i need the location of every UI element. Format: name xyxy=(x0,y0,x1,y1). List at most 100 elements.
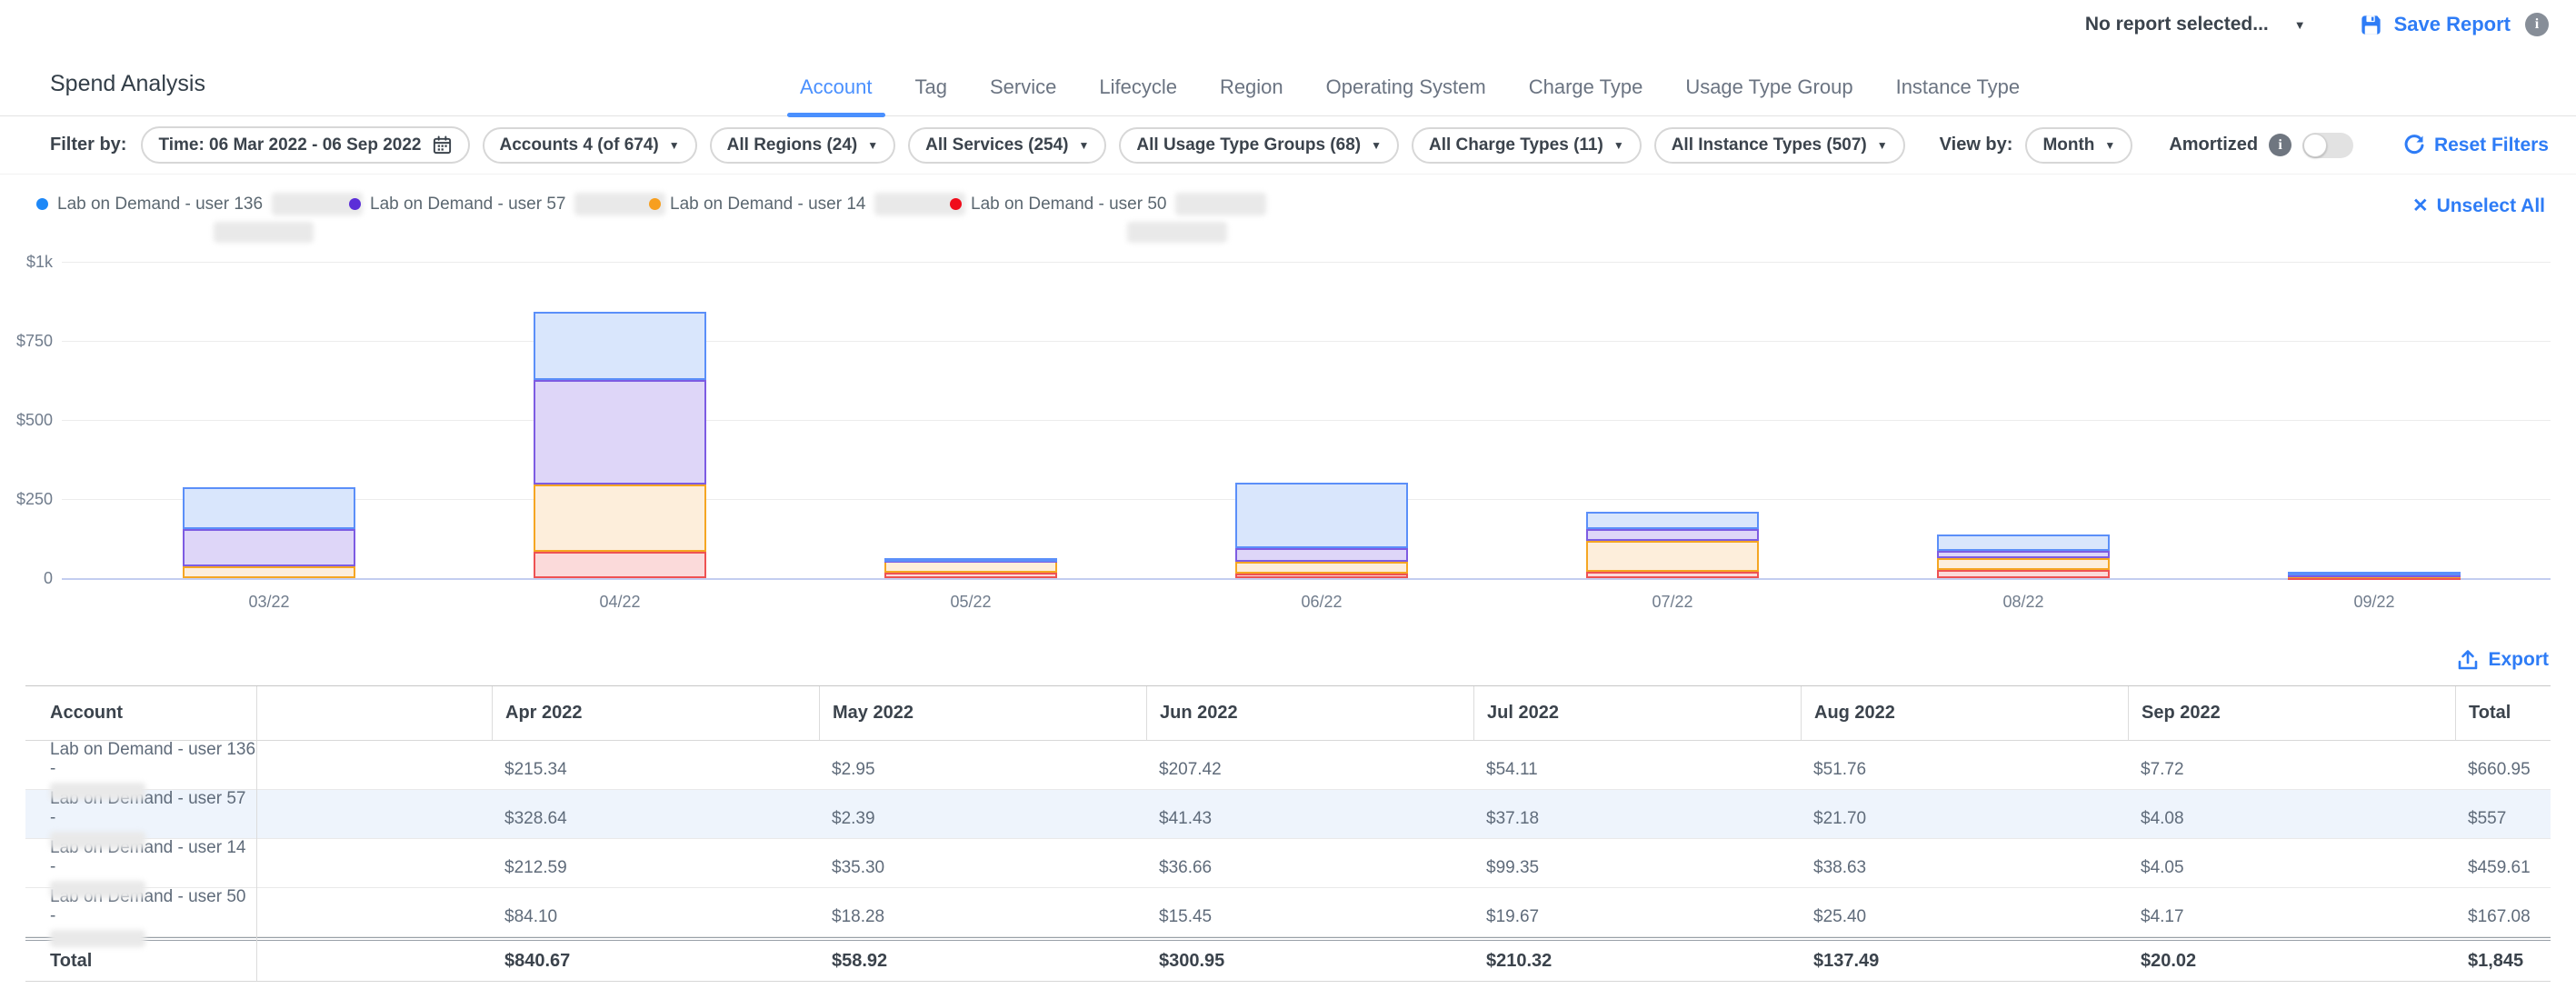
tab-instance-type[interactable]: Instance Type xyxy=(1896,75,2021,115)
amortized-info-icon[interactable]: i xyxy=(2269,134,2291,156)
reset-filters-button[interactable]: Reset Filters xyxy=(2403,135,2549,156)
spend-stacked-bar-chart: $1k$750$500$250003/2204/2205/2206/2207/2… xyxy=(0,249,2576,634)
filter-by-label: Filter by: xyxy=(50,135,126,155)
tab-tag[interactable]: Tag xyxy=(915,75,947,115)
value-cell: $18.28 xyxy=(819,888,1146,947)
bar-segment-lab-on-demand-user-14-04-22[interactable] xyxy=(534,485,706,552)
total-value-cell: $20.02 xyxy=(2128,941,2455,981)
bar-segment-lab-on-demand-user-14-08-22[interactable] xyxy=(1937,558,2110,570)
column-header-jul-2022: Jul 2022 xyxy=(1473,686,1801,740)
table-row: Lab on Demand - user 136 -$215.34$2.95$2… xyxy=(25,741,2551,790)
refresh-icon xyxy=(2403,135,2425,156)
column-spacer xyxy=(256,941,492,981)
toggle-knob xyxy=(2303,134,2327,157)
export-button[interactable]: Export xyxy=(2457,649,2549,671)
bar-segment-lab-on-demand-user-57-07-22[interactable] xyxy=(1586,529,1759,541)
bar-segment-lab-on-demand-user-14-06-22[interactable] xyxy=(1235,562,1408,574)
bar-segment-lab-on-demand-user-136-08-22[interactable] xyxy=(1937,534,2110,551)
tab-region[interactable]: Region xyxy=(1220,75,1283,115)
redacted-text xyxy=(1175,193,1266,215)
tab-bar: Account Tag Service Lifecycle Region Operatin… xyxy=(800,49,2020,115)
tab-operating-system[interactable]: Operating System xyxy=(1326,75,1486,115)
amortized-toggle[interactable] xyxy=(2302,133,2353,158)
tab-charge-type[interactable]: Charge Type xyxy=(1529,75,1643,115)
gridline xyxy=(62,341,2551,342)
bar-segment-lab-on-demand-user-50-05-22[interactable] xyxy=(884,573,1057,578)
legend-label: Lab on Demand - user 136 xyxy=(57,195,263,215)
chevron-down-icon: ▼ xyxy=(867,140,878,151)
bar-segment-lab-on-demand-user-50-08-22[interactable] xyxy=(1937,570,2110,578)
unselect-all-button[interactable]: ✕ Unselect All xyxy=(2412,195,2545,217)
filter-pill-label: Time: 06 Mar 2022 - 06 Sep 2022 xyxy=(158,135,421,155)
bar-segment-lab-on-demand-user-136-09-22[interactable] xyxy=(2288,572,2461,575)
save-report-button[interactable]: Save Report xyxy=(2359,13,2511,37)
legend-item-lab-on-demand-user-50[interactable]: Lab on Demand - user 50 xyxy=(950,193,1266,215)
column-header-total: Total xyxy=(2455,686,2551,740)
report-selector-dropdown[interactable]: No report selected... ▼ xyxy=(2085,14,2306,35)
bar-segment-lab-on-demand-user-50-07-22[interactable] xyxy=(1586,572,1759,578)
column-header-jun-2022: Jun 2022 xyxy=(1146,686,1473,740)
x-axis-tick: 06/22 xyxy=(1258,593,1385,612)
bar-segment-lab-on-demand-user-136-06-22[interactable] xyxy=(1235,483,1408,548)
legend-dot-icon xyxy=(649,198,661,210)
tab-usage-type-group[interactable]: Usage Type Group xyxy=(1685,75,1852,115)
gridline xyxy=(62,420,2551,421)
column-header-apr-2022: Apr 2022 xyxy=(492,686,819,740)
bar-segment-lab-on-demand-user-136-03-22[interactable] xyxy=(183,487,355,529)
table-row: Lab on Demand - user 14 -$212.59$35.30$3… xyxy=(25,839,2551,888)
chevron-down-icon: ▼ xyxy=(1877,140,1888,151)
y-axis-tick: $500 xyxy=(0,411,53,430)
page-title: Spend Analysis xyxy=(50,71,205,97)
filter-pill-accounts-4[interactable]: Accounts 4 (of 674)▼ xyxy=(483,127,697,164)
redacted-text xyxy=(50,832,145,849)
bar-segment-lab-on-demand-user-57-06-22[interactable] xyxy=(1235,548,1408,561)
bar-segment-lab-on-demand-user-57-08-22[interactable] xyxy=(1937,551,2110,558)
tab-lifecycle[interactable]: Lifecycle xyxy=(1099,75,1177,115)
chevron-down-icon: ▼ xyxy=(1079,140,1090,151)
filter-pill-all-usage-type-groups[interactable]: All Usage Type Groups (68)▼ xyxy=(1119,127,1399,164)
column-header-sep-2022: Sep 2022 xyxy=(2128,686,2455,740)
save-icon xyxy=(2359,13,2383,37)
chart-legend: ✕ Unselect All Lab on Demand - user 136 L… xyxy=(0,175,2576,249)
bar-segment-lab-on-demand-user-50-06-22[interactable] xyxy=(1235,574,1408,578)
redacted-text xyxy=(50,881,145,898)
bar-segment-lab-on-demand-user-136-07-22[interactable] xyxy=(1586,512,1759,529)
filter-pill-all-services[interactable]: All Services (254)▼ xyxy=(908,127,1106,164)
legend-dot-icon xyxy=(36,198,48,210)
bar-segment-lab-on-demand-user-14-03-22[interactable] xyxy=(183,566,355,578)
x-axis-tick: 04/22 xyxy=(556,593,684,612)
filter-pills: Time: 06 Mar 2022 - 06 Sep 2022 Accounts … xyxy=(141,126,1904,164)
total-value-cell: $840.67 xyxy=(492,941,819,981)
bar-segment-lab-on-demand-user-57-03-22[interactable] xyxy=(183,529,355,566)
filter-pill-label: All Instance Types (507) xyxy=(1672,135,1867,155)
bar-segment-lab-on-demand-user-50-04-22[interactable] xyxy=(534,552,706,578)
bar-segment-lab-on-demand-user-136-04-22[interactable] xyxy=(534,312,706,380)
legend-item-lab-on-demand-user-14[interactable]: Lab on Demand - user 14 xyxy=(649,193,965,215)
bar-segment-lab-on-demand-user-57-04-22[interactable] xyxy=(534,380,706,484)
legend-dot-icon xyxy=(349,198,361,210)
view-by-dropdown[interactable]: Month ▼ xyxy=(2025,127,2132,164)
chevron-down-icon: ▼ xyxy=(2104,140,2115,151)
chevron-down-icon: ▼ xyxy=(1371,140,1382,151)
total-value-cell: $58.92 xyxy=(819,941,1146,981)
filter-pill-all-instance-types[interactable]: All Instance Types (507) ▼ xyxy=(1654,127,1905,164)
table-header-row: AccountApr 2022May 2022Jun 2022Jul 2022A… xyxy=(25,686,2551,741)
bar-segment-lab-on-demand-user-14-05-22[interactable] xyxy=(884,561,1057,572)
bar-segment-lab-on-demand-user-136-05-22[interactable] xyxy=(884,558,1057,562)
info-icon[interactable]: i xyxy=(2525,13,2549,36)
filter-pill-all-charge-types[interactable]: All Charge Types (11)▼ xyxy=(1412,127,1642,164)
filter-pill-all-regions[interactable]: All Regions (24)▼ xyxy=(710,127,895,164)
redacted-text xyxy=(50,783,145,800)
amortized-label: Amortized xyxy=(2169,135,2258,155)
y-axis-tick: 0 xyxy=(0,569,53,588)
header-row: Spend Analysis Account Tag Service Lifecycl… xyxy=(0,49,2576,116)
tab-account[interactable]: Account xyxy=(800,75,873,115)
filter-pill-time-06-mar-2022-06-sep-2022[interactable]: Time: 06 Mar 2022 - 06 Sep 2022 xyxy=(141,126,469,164)
legend-item-lab-on-demand-user-57[interactable]: Lab on Demand - user 57 xyxy=(349,193,665,215)
gridline xyxy=(62,262,2551,263)
export-icon xyxy=(2457,649,2479,671)
tab-service[interactable]: Service xyxy=(990,75,1056,115)
legend-item-lab-on-demand-user-136[interactable]: Lab on Demand - user 136 xyxy=(36,193,363,215)
export-row: Export xyxy=(0,634,2576,685)
bar-segment-lab-on-demand-user-14-07-22[interactable] xyxy=(1586,541,1759,573)
